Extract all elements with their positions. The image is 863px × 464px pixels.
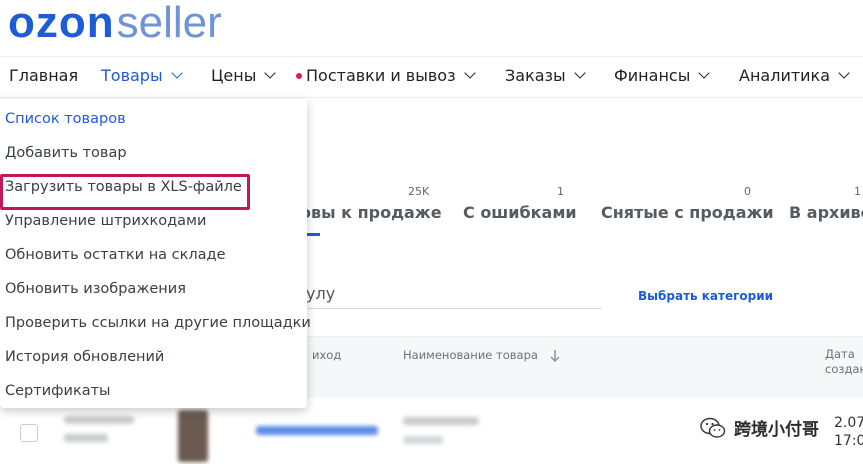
menu-item-barcodes[interactable]: Управление штрихкодами [5, 213, 206, 229]
nav-item-analytics[interactable]: Аналитика [739, 66, 850, 85]
notification-dot-icon [296, 72, 302, 79]
search-underline [300, 308, 602, 309]
nav-label: Главная [9, 66, 79, 85]
search-input[interactable]: улу [306, 284, 335, 303]
blurred-text [403, 417, 479, 425]
chevron-down-icon [574, 67, 586, 79]
chevron-down-icon [463, 67, 476, 79]
ozon-seller-logo[interactable]: ozon seller [8, 0, 222, 46]
menu-item-add-product[interactable]: Добавить товар [5, 145, 127, 161]
nav-label: Цены [211, 66, 257, 85]
row-checkbox[interactable] [20, 424, 38, 442]
menu-item-certificates[interactable]: Сертификаты [5, 383, 110, 399]
nav-label: Заказы [505, 66, 566, 85]
nav-item-orders[interactable]: Заказы [505, 66, 586, 85]
blurred-text [64, 434, 108, 442]
nav-label: Аналитика [739, 66, 831, 85]
menu-item-update-images[interactable]: Обновить изображения [5, 281, 186, 297]
logo-seller-text: seller [116, 0, 222, 47]
nav-item-finance[interactable]: Финансы [614, 66, 710, 85]
sort-arrow-icon[interactable] [550, 350, 560, 362]
tab-archive[interactable]: В архиве [789, 203, 863, 222]
tab-count: 1 [557, 185, 564, 198]
nav-label: Финансы [614, 66, 691, 85]
watermark: 跨境小付哥 [700, 415, 819, 440]
main-nav: Главная Товары Цены Поставки и вывоз Зак… [0, 56, 863, 98]
tab-count: 0 [744, 185, 751, 198]
blurred-text [403, 436, 443, 444]
tab-removed[interactable]: Снятые с продажи [601, 203, 774, 222]
row-date: 2.07 [834, 415, 863, 431]
chevron-down-icon [170, 67, 183, 79]
menu-item-upload-xls[interactable]: Загрузить товары в XLS-файле [5, 179, 242, 195]
wechat-icon [700, 417, 726, 438]
select-categories-button[interactable]: Выбрать категории [638, 289, 773, 303]
nav-label: Товары [101, 66, 163, 85]
chevron-down-icon [264, 67, 277, 79]
products-dropdown-menu: Список товаров Добавить товар Загрузить … [0, 99, 311, 408]
chevron-down-icon [838, 67, 850, 79]
nav-item-products[interactable]: Товары [101, 66, 183, 85]
nav-item-home[interactable]: Главная [9, 66, 78, 85]
product-thumbnail [178, 410, 208, 462]
nav-item-prices[interactable]: Цены [211, 66, 277, 85]
tab-for-sale[interactable]: овы к продаже [300, 203, 442, 222]
blurred-link[interactable] [256, 426, 378, 435]
nav-label: Поставки и вывоз [306, 66, 456, 85]
nav-item-supplies[interactable]: Поставки и вывоз [296, 66, 476, 85]
menu-item-update-history[interactable]: История обновлений [5, 349, 164, 365]
column-header-date: Дата [825, 347, 855, 361]
tab-count: 25K [408, 185, 430, 198]
logo-ozon-text: ozon [8, 0, 115, 47]
blurred-text [64, 416, 134, 424]
menu-item-check-links[interactable]: Проверить ссылки на другие площадки [5, 315, 311, 331]
watermark-text: 跨境小付哥 [734, 420, 819, 440]
column-header-date-created: создан [825, 362, 863, 376]
menu-item-product-list[interactable]: Список товаров [5, 111, 126, 127]
menu-item-update-stock[interactable]: Обновить остатки на складе [5, 247, 226, 263]
tab-with-errors[interactable]: С ошибками [463, 203, 577, 222]
chevron-down-icon [698, 67, 710, 79]
column-header-name[interactable]: Наименование товара [403, 348, 538, 362]
tab-count: 1 [854, 185, 861, 198]
row-time: 17:06 [834, 433, 863, 449]
column-header-arrival: иxод [312, 348, 342, 362]
